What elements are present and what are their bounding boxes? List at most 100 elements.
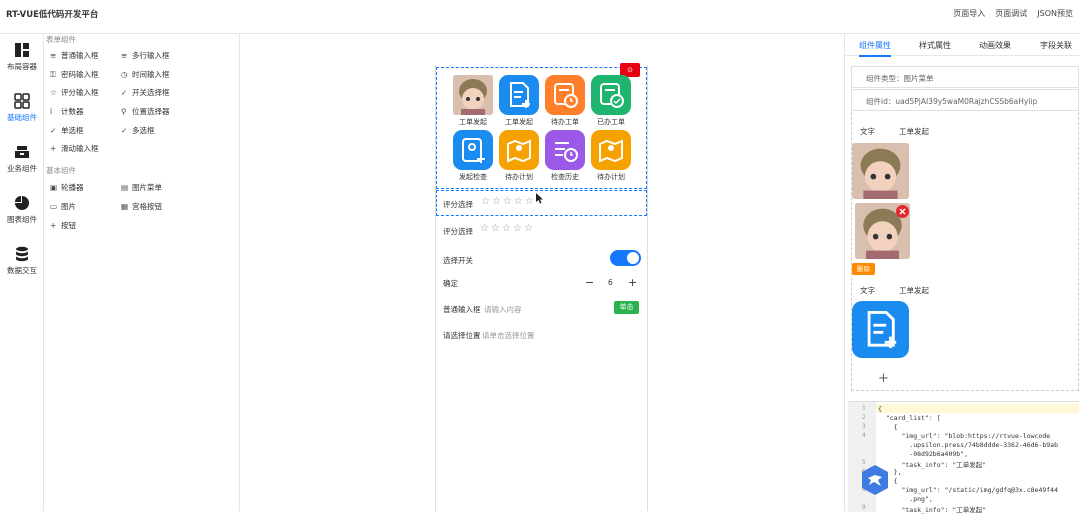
- rate-stars[interactable]: ☆☆☆☆☆: [481, 196, 536, 207]
- palette-grid-button[interactable]: ▦ 宫格按钮: [121, 201, 162, 212]
- component-type-field: 组件类型：图片菜单: [851, 66, 1079, 88]
- click-button[interactable]: 单击: [614, 301, 639, 314]
- menu-tile-2[interactable]: 待办工单: [544, 75, 586, 129]
- tab-component-props[interactable]: 组件属性: [859, 40, 891, 57]
- stepper-minus-button[interactable]: −: [585, 276, 594, 289]
- palette-checkbox[interactable]: ✓ 多选框: [121, 125, 155, 136]
- pending-order-icon: [554, 83, 578, 108]
- floating-bird-logo-icon[interactable]: [860, 464, 890, 496]
- code-line: .png",: [878, 495, 933, 503]
- line-number: 1: [862, 405, 866, 412]
- tab-animation[interactable]: 动画效果: [979, 40, 1011, 51]
- tile-bg: [499, 130, 539, 170]
- palette-image-menu[interactable]: ▤ 图片菜单: [121, 182, 162, 193]
- input-label: 普通输入框: [443, 305, 481, 314]
- check-icon: ✓: [121, 126, 128, 135]
- nav-basic[interactable]: 基础组件: [0, 89, 44, 137]
- history-icon: [555, 142, 578, 162]
- avatar: [453, 75, 493, 115]
- line-number: 9: [862, 504, 866, 511]
- line-number: 4: [862, 432, 866, 439]
- palette-counter[interactable]: ⅰ 计数器: [50, 106, 84, 117]
- palette-rate[interactable]: ☆ 评分输入框: [50, 87, 99, 98]
- rate-stars[interactable]: ☆☆☆☆☆: [480, 223, 535, 234]
- component-palette: 表单组件 ≡ 普通输入框 ≡ 多行输入框 ⚿ 密码输入框 ◷ 时间输入框 ☆ 评分输入框 …: [44, 34, 240, 511]
- stepper-label: 确定: [443, 279, 458, 288]
- layout-icon: [15, 43, 29, 57]
- active-line-highlight: [876, 404, 1079, 413]
- palette-time[interactable]: ◷ 时间输入框: [121, 69, 170, 80]
- debug-page-link[interactable]: 页面调试: [995, 8, 1027, 19]
- location-icon: ⚲: [121, 107, 127, 116]
- nav-label: 布局容器: [7, 62, 37, 71]
- clock-icon: ◷: [121, 70, 128, 79]
- palette-carousel[interactable]: ▣ 轮播器: [50, 182, 84, 193]
- add-card-button[interactable]: +: [878, 371, 889, 386]
- location-input[interactable]: 请单击选择位置: [482, 330, 535, 341]
- document-add-icon: [867, 310, 897, 349]
- app-title: RT-VUE低代码开发平台: [6, 10, 99, 20]
- nav-data[interactable]: 数据交互: [0, 242, 44, 290]
- tile-label: 检查历史: [551, 173, 579, 181]
- import-page-link[interactable]: 页面导入: [953, 8, 985, 19]
- delete-button[interactable]: 删除: [852, 263, 875, 275]
- menu-tile-3[interactable]: 已办工单: [590, 75, 632, 129]
- code-line: "img_url": "blob:https://rtvue-lowcode: [878, 432, 1051, 440]
- nav-business[interactable]: 业务组件: [0, 140, 44, 188]
- switch-toggle[interactable]: [610, 250, 641, 266]
- code-line: .upsilon.press/74b8ddde-3362-46d6-b9ab: [878, 441, 1059, 449]
- map-plan-icon: [507, 139, 531, 163]
- tile-label: 工单发起: [459, 118, 487, 126]
- card-text-label: 文字: [860, 286, 875, 295]
- code-line: "img_url": "/static/img/gdfq@3x.c8e49f44: [878, 486, 1059, 494]
- text-input[interactable]: 请输入内容: [484, 304, 522, 315]
- menu-tile-7[interactable]: 待办计划: [590, 130, 632, 184]
- palette-button[interactable]: + 按钮: [50, 220, 76, 231]
- card-text-label: 文字: [860, 127, 875, 136]
- tab-style-props[interactable]: 样式属性: [919, 40, 951, 51]
- palette-text-input[interactable]: ≡ 普通输入框: [50, 50, 99, 61]
- tile-label: 待办计划: [597, 173, 625, 181]
- tile-label: 待办工单: [551, 118, 579, 126]
- cursor-icon: [536, 193, 543, 204]
- card-text-value[interactable]: 工单发起: [899, 285, 929, 296]
- rate-label: 评分选择: [443, 200, 473, 209]
- code-line: {: [878, 405, 882, 413]
- image-icon: ▭: [50, 202, 58, 211]
- palette-image[interactable]: ▭ 图片: [50, 201, 76, 212]
- menu-tile-6[interactable]: 检查历史: [544, 130, 586, 184]
- menu-tile-1[interactable]: 工单发起: [498, 75, 540, 129]
- tab-field-binding[interactable]: 字段关联: [1040, 40, 1072, 51]
- tile-bg: [591, 75, 631, 115]
- star-icon: ☆: [50, 88, 57, 97]
- card-image[interactable]: [852, 143, 909, 199]
- check-icon: ✓: [50, 126, 57, 135]
- left-nav: 布局容器 基础组件 业务组件 图表组件 数据交互: [0, 34, 44, 511]
- menu-tile-4[interactable]: 发起检查: [452, 130, 494, 184]
- property-tabs: 组件属性 样式属性 动画效果 字段关联: [845, 34, 1079, 57]
- palette-switch[interactable]: ✓ 开关选择框: [121, 87, 170, 98]
- palette-textarea[interactable]: ≡ 多行输入框: [121, 50, 170, 61]
- nav-layout[interactable]: 布局容器: [0, 38, 44, 86]
- tile-bg: [499, 75, 539, 115]
- menu-tile-5[interactable]: 待办计划: [498, 130, 540, 184]
- palette-password[interactable]: ⚿ 密码输入框: [50, 69, 99, 80]
- card-text-value[interactable]: 工单发起: [899, 126, 929, 137]
- palette-slider[interactable]: + 滑动输入框: [50, 143, 99, 154]
- info-icon: ⅰ: [50, 107, 53, 116]
- stepper-value[interactable]: 6: [608, 278, 613, 287]
- nav-charts[interactable]: 图表组件: [0, 191, 44, 239]
- json-preview-link[interactable]: JSON预览: [1037, 8, 1073, 19]
- remove-image-icon[interactable]: [896, 205, 909, 218]
- stepper-plus-button[interactable]: +: [628, 276, 637, 289]
- code-line: "card_list": [: [878, 414, 941, 422]
- switch-label: 选择开关: [443, 256, 473, 265]
- business-icon: [15, 146, 29, 158]
- palette-location[interactable]: ⚲ 位置选择器: [121, 106, 170, 117]
- palette-radio[interactable]: ✓ 单选框: [50, 125, 84, 136]
- tile-label: 已办工单: [597, 118, 625, 126]
- card-icon-image[interactable]: [852, 301, 909, 358]
- tile-bg: [453, 130, 493, 170]
- menu-tile-0[interactable]: 工单发起: [452, 75, 494, 129]
- start-inspection-icon: [462, 138, 485, 163]
